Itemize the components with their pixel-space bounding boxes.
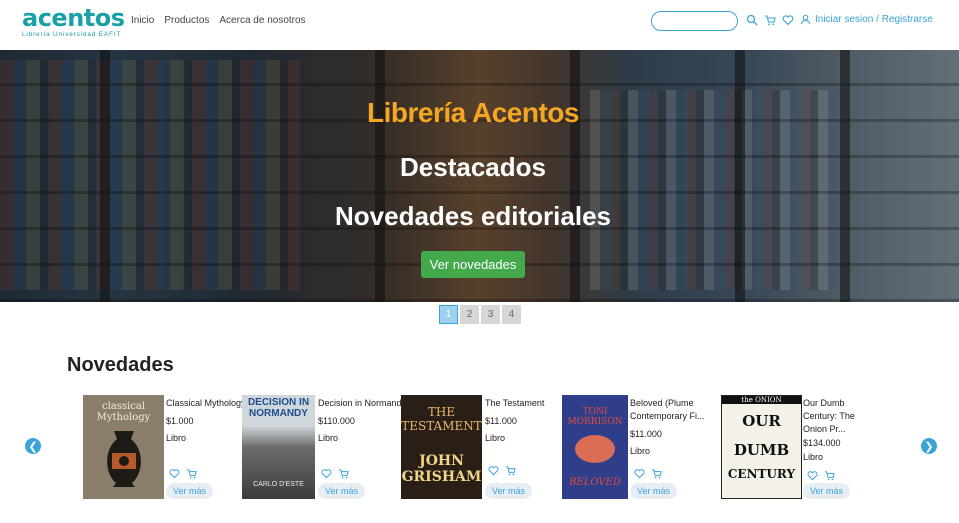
book-cover[interactable]: DECISION IN NORMANDY CARLO D'ESTE xyxy=(242,395,315,499)
cover-text: OUR xyxy=(742,412,781,430)
ver-mas-button[interactable]: Ver más xyxy=(485,483,532,499)
cart-icon[interactable] xyxy=(764,14,776,26)
cover-text: TESTAMENT xyxy=(401,419,482,433)
ver-mas-button[interactable]: Ver más xyxy=(166,483,213,499)
carousel-next-button[interactable]: ❯ xyxy=(921,438,937,454)
cover-text: the ONION xyxy=(722,396,801,404)
user-icon xyxy=(800,14,811,25)
header: acentos Librería Universidad EAFIT Inici… xyxy=(0,0,959,50)
heart-icon[interactable] xyxy=(321,468,332,479)
hero-subtitle-novedades: Novedades editoriales xyxy=(335,201,611,231)
cart-icon[interactable] xyxy=(505,465,516,476)
nav-productos[interactable]: Productos xyxy=(164,15,209,26)
cart-icon[interactable] xyxy=(651,468,662,479)
hero-subtitle-destacados: Destacados xyxy=(400,152,546,182)
logo-subtitle: Librería Universidad EAFIT xyxy=(22,31,122,38)
product-info: Decision in Normandy $110.000 Libro xyxy=(318,397,408,445)
product-info: Beloved (Plume Contemporary Fi... $11.00… xyxy=(630,397,712,458)
pager-page-2[interactable]: 2 xyxy=(460,305,479,324)
product-actions xyxy=(488,465,516,476)
book-cover[interactable]: classical Mythology xyxy=(83,395,164,499)
cover-text: NORMANDY xyxy=(249,408,308,419)
carousel-pager: 1 2 3 4 xyxy=(439,305,521,324)
login-label: Iniciar sesion / Registrarse xyxy=(815,14,933,25)
cover-text: MORRISON xyxy=(567,417,623,427)
product-type: Libro xyxy=(630,446,651,456)
hero-title: Librería Acentos xyxy=(367,97,579,128)
product-type: Libro xyxy=(318,433,339,443)
logo-text: acentos xyxy=(22,4,125,32)
nav-acerca[interactable]: Acerca de nosotros xyxy=(219,15,305,26)
carousel-prev-button[interactable]: ❮ xyxy=(25,438,41,454)
heart-icon[interactable] xyxy=(634,468,645,479)
product-actions xyxy=(634,468,662,479)
section-title: Novedades xyxy=(67,354,174,376)
chevron-right-icon: ❯ xyxy=(924,440,934,453)
cover-text: BELOVED xyxy=(569,477,621,488)
cover-illustration xyxy=(575,435,615,463)
product-name[interactable]: Beloved (Plume Contemporary Fi... xyxy=(630,397,712,423)
product-actions xyxy=(807,470,835,481)
product-price: $11.000 xyxy=(630,429,662,439)
search-input[interactable] xyxy=(651,11,738,31)
product-price: $134.000 xyxy=(803,438,841,448)
cover-text: TONI xyxy=(582,407,608,417)
heart-icon[interactable] xyxy=(782,14,794,26)
product-info: Our Dumb Century: The Onion Pr... $134.0… xyxy=(803,397,867,464)
cart-icon[interactable] xyxy=(186,468,197,479)
cover-text: JOHN xyxy=(419,453,464,469)
logo[interactable]: acentos Librería Universidad EAFIT xyxy=(22,6,125,38)
heart-icon[interactable] xyxy=(169,468,180,479)
cover-text: CARLO D'ESTE xyxy=(253,481,304,488)
ver-mas-button[interactable]: Ver más xyxy=(318,483,365,499)
product-actions xyxy=(169,468,197,479)
main-nav: Inicio Productos Acerca de nosotros xyxy=(131,15,306,26)
search-icon[interactable] xyxy=(746,14,758,26)
product-name[interactable]: Our Dumb Century: The Onion Pr... xyxy=(803,397,867,436)
ver-mas-button[interactable]: Ver más xyxy=(630,483,677,499)
cover-text: DECISION IN xyxy=(247,397,310,408)
product-actions xyxy=(321,468,349,479)
chevron-left-icon: ❮ xyxy=(28,440,38,453)
pager-page-3[interactable]: 3 xyxy=(481,305,500,324)
cover-text: Mythology xyxy=(96,412,151,423)
book-cover[interactable]: THE TESTAMENT JOHN GRISHAM xyxy=(401,395,482,499)
ver-novedades-button[interactable]: Ver novedades xyxy=(421,251,525,278)
vase-image xyxy=(106,431,141,487)
cover-text: GRISHAM xyxy=(401,469,482,485)
cover-text: classical xyxy=(102,401,145,412)
book-cover[interactable]: TONI MORRISON BELOVED xyxy=(562,395,628,499)
product-price: $110.000 xyxy=(318,416,355,426)
ver-mas-button[interactable]: Ver más xyxy=(803,483,850,499)
cover-text: THE xyxy=(427,405,456,419)
product-name[interactable]: Decision in Normandy xyxy=(318,397,408,410)
product-type: Libro xyxy=(803,452,824,462)
pager-page-4[interactable]: 4 xyxy=(502,305,521,324)
cover-text: CENTURY xyxy=(727,467,796,481)
heart-icon[interactable] xyxy=(807,470,818,481)
nav-inicio[interactable]: Inicio xyxy=(131,15,154,26)
hero-banner: Librería Acentos Destacados Novedades ed… xyxy=(0,50,959,302)
heart-icon[interactable] xyxy=(488,465,499,476)
login-link[interactable]: Iniciar sesion / Registrarse xyxy=(800,14,933,25)
pager-page-1[interactable]: 1 xyxy=(439,305,458,324)
book-cover[interactable]: the ONION OUR DUMB CENTURY xyxy=(721,395,802,499)
cover-text: DUMB xyxy=(733,441,790,459)
cart-icon[interactable] xyxy=(824,470,835,481)
cart-icon[interactable] xyxy=(338,468,349,479)
